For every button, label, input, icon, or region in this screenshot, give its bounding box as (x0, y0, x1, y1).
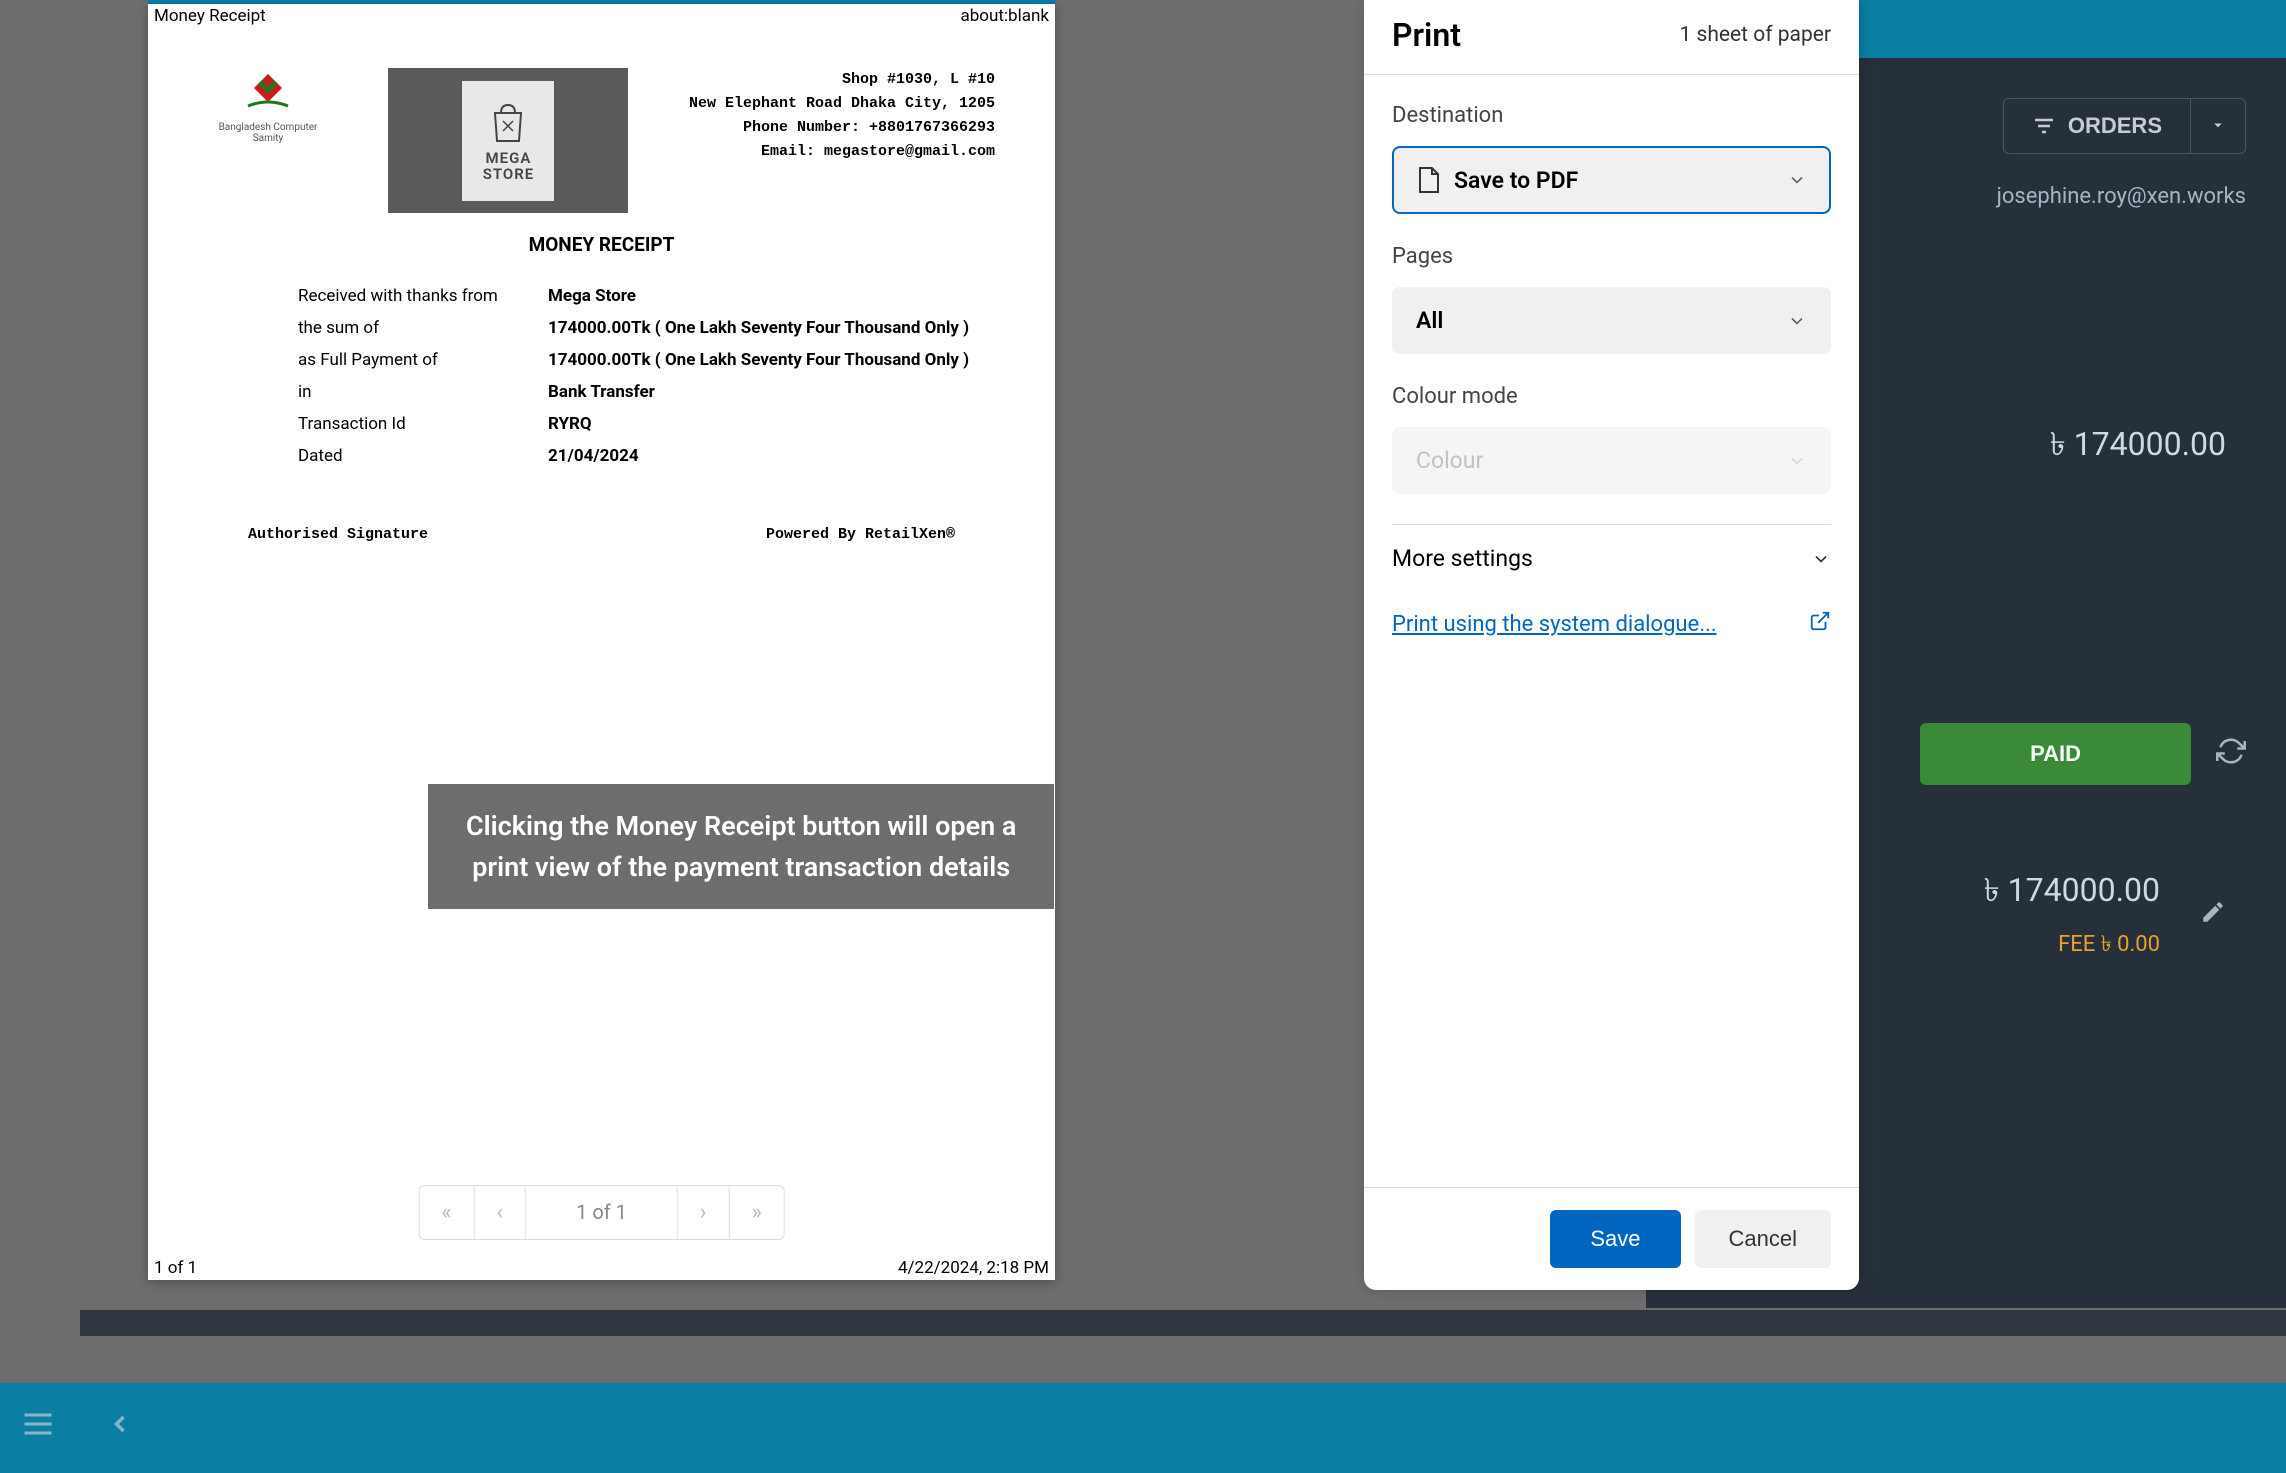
receipt-row-value: 174000.00Tk ( One Lakh Seventy Four Thou… (548, 350, 969, 370)
colour-mode-select: Colour (1392, 427, 1831, 494)
receipt-row: as Full Payment of174000.00Tk ( One Lakh… (298, 350, 995, 370)
store-email: Email: megastore@gmail.com (689, 140, 995, 164)
dark-separator-strip (80, 1310, 2286, 1336)
powered-by: Powered By RetailXen® (766, 526, 955, 543)
print-dialog-title: Print (1392, 16, 1461, 54)
receipt-row-label: Transaction Id (298, 414, 548, 434)
receipt-row: Transaction IdRYRQ (298, 414, 995, 434)
hamburger-icon[interactable] (20, 1406, 56, 1450)
more-settings-toggle[interactable]: More settings (1392, 524, 1831, 592)
store-logo: MEGASTORE (388, 68, 628, 213)
association-caption: Bangladesh Computer Samity (208, 122, 328, 144)
preview-footer-timestamp: 4/22/2024, 2:18 PM (898, 1258, 1049, 1278)
receipt-row: Dated21/04/2024 (298, 446, 995, 466)
colour-mode-value: Colour (1416, 447, 1483, 474)
colour-mode-label: Colour mode (1392, 384, 1831, 409)
back-icon[interactable] (106, 1404, 134, 1453)
chevron-down-icon (1787, 451, 1807, 471)
receipt-row-label: Received with thanks from (298, 286, 548, 306)
orders-button[interactable]: ORDERS (2003, 98, 2191, 154)
paid-button-label: PAID (2030, 741, 2081, 766)
sheet-count: 1 sheet of paper (1679, 23, 1831, 47)
receipt-row-value: 174000.00Tk ( One Lakh Seventy Four Thou… (548, 318, 969, 338)
chevron-down-icon (1811, 549, 1831, 569)
mega-text: MEGA (486, 149, 532, 167)
receipt-row-value: Mega Store (548, 286, 636, 306)
fee-label: FEE ৳ 0.00 (1984, 927, 2160, 964)
orders-dropdown-button[interactable] (2191, 98, 2246, 154)
receipt-row-value: RYRQ (548, 414, 592, 434)
print-dialog: Print 1 sheet of paper Destination Save … (1364, 0, 1859, 1290)
page-navigator: « ‹ 1 of 1 › » (418, 1185, 785, 1240)
file-icon (1416, 166, 1440, 194)
chevron-down-icon (1787, 170, 1807, 190)
destination-value: Save to PDF (1454, 167, 1578, 194)
receipt-title: MONEY RECEIPT (208, 233, 995, 256)
receipt-row: inBank Transfer (298, 382, 995, 402)
paid-button[interactable]: PAID (1920, 723, 2191, 785)
pager-next-button[interactable]: › (678, 1186, 730, 1239)
chevron-down-icon (1787, 311, 1807, 331)
receipt-row: Received with thanks fromMega Store (298, 286, 995, 306)
preview-footer-pages: 1 of 1 (154, 1258, 197, 1278)
receipt-row-value: Bank Transfer (548, 382, 655, 402)
more-settings-label: More settings (1392, 545, 1533, 572)
pages-value: All (1416, 307, 1443, 334)
gray-strip-mid (1055, 0, 1365, 1280)
cancel-button-label: Cancel (1729, 1226, 1797, 1251)
destination-label: Destination (1392, 103, 1831, 128)
pager-prev-button[interactable]: ‹ (475, 1186, 527, 1239)
edit-icon[interactable] (2200, 899, 2226, 931)
receipt-rows: Received with thanks fromMega Store the … (208, 286, 995, 466)
receipt-row: the sum of174000.00Tk ( One Lakh Seventy… (298, 318, 995, 338)
receipt-row-label: as Full Payment of (298, 350, 548, 370)
fee-amount: ৳ 174000.00 (1984, 865, 2160, 919)
external-link-icon (1809, 610, 1831, 638)
annotation-callout: Clicking the Money Receipt button will o… (428, 784, 1054, 909)
filter-icon (2032, 114, 2056, 138)
gray-strip-left (0, 0, 148, 1280)
preview-header-url: about:blank (961, 6, 1049, 26)
callout-line2: print view of the payment transaction de… (466, 847, 1016, 888)
store-shop: Shop #1030, L #10 (689, 68, 995, 92)
callout-line1: Clicking the Money Receipt button will o… (466, 806, 1016, 847)
refresh-icon[interactable] (2216, 736, 2246, 773)
receipt-row-label: in (298, 382, 548, 402)
orders-button-label: ORDERS (2068, 113, 2162, 139)
receipt-row-label: the sum of (298, 318, 548, 338)
pager-text: 1 of 1 (526, 1186, 678, 1239)
pages-label: Pages (1392, 244, 1831, 269)
pages-select[interactable]: All (1392, 287, 1831, 354)
receipt-row-value: 21/04/2024 (548, 446, 639, 466)
receipt-row-label: Dated (298, 446, 548, 466)
total-amount: ৳ 174000.00 (2050, 425, 2226, 463)
store-address: New Elephant Road Dhaka City, 1205 (689, 92, 995, 116)
print-preview-page: Money Receipt about:blank Bangladesh Com… (148, 4, 1055, 1280)
store-info: Shop #1030, L #10 New Elephant Road Dhak… (689, 68, 995, 164)
store-phone: Phone Number: +8801767366293 (689, 116, 995, 140)
save-button-label: Save (1590, 1226, 1640, 1251)
teal-bottom-bar (0, 1383, 2286, 1473)
preview-header-title: Money Receipt (154, 6, 266, 26)
bag-icon (483, 99, 533, 144)
cancel-button[interactable]: Cancel (1695, 1210, 1831, 1268)
chevron-down-icon (2209, 116, 2227, 134)
system-dialogue-link[interactable]: Print using the system dialogue... (1392, 612, 1717, 637)
authorised-signature: Authorised Signature (248, 526, 428, 543)
save-button[interactable]: Save (1550, 1210, 1680, 1268)
pager-last-button[interactable]: » (730, 1186, 784, 1239)
pager-first-button[interactable]: « (419, 1186, 474, 1239)
destination-select[interactable]: Save to PDF (1392, 146, 1831, 214)
store-text: STORE (483, 165, 535, 183)
association-logo: Bangladesh Computer Samity (208, 68, 328, 144)
